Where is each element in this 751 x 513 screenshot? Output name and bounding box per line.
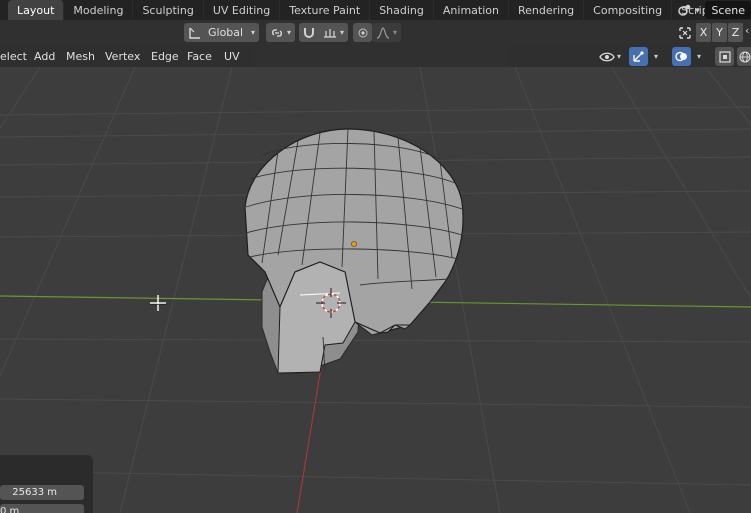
visibility-dropdown[interactable]: ▾: [596, 47, 624, 66]
snap-toggle[interactable]: [299, 23, 319, 42]
xray-toggle[interactable]: [715, 47, 734, 66]
operator-value-field-2[interactable]: 0 m: [0, 504, 84, 513]
scene-selector: ▾ Scene: [676, 0, 751, 20]
mirror-options-icon[interactable]: [676, 24, 694, 41]
menu-select[interactable]: elect: [0, 48, 27, 64]
eye-icon: [599, 52, 615, 61]
chevron-down-icon: ▾: [392, 28, 397, 37]
overlays-icon: [675, 51, 687, 62]
tab-texture-paint[interactable]: Texture Paint: [280, 0, 371, 20]
operator-redo-panel: 25633 m 0 m: [0, 455, 93, 513]
chevron-down-icon: ▾: [339, 28, 344, 37]
gizmo-dropdown[interactable]: ▾: [649, 47, 663, 66]
orientation-label: Global: [208, 26, 244, 39]
magnet-icon: [304, 28, 314, 38]
workspace-tab-bar: Layout Modeling Sculpting UV Editing Tex…: [0, 0, 751, 20]
tab-modeling[interactable]: Modeling: [64, 0, 134, 20]
proportional-edit-icon: [358, 28, 367, 37]
proportional-falloff-dropdown[interactable]: ▾: [372, 23, 401, 42]
scene-name-field[interactable]: Scene: [705, 1, 751, 19]
menu-face[interactable]: Face: [187, 48, 212, 64]
mirror-z-toggle[interactable]: Z: [728, 23, 743, 42]
tab-animation[interactable]: Animation: [434, 0, 509, 20]
snap-increment-icon: [323, 28, 336, 38]
overlays-dropdown[interactable]: ▾: [692, 47, 706, 66]
tab-uv-editing[interactable]: UV Editing: [204, 0, 281, 20]
xray-icon: [718, 50, 731, 63]
shading-wireframe-toggle[interactable]: [737, 47, 751, 66]
wireframe-sphere-icon: [739, 50, 751, 63]
pivot-point-dropdown[interactable]: ▾: [266, 23, 295, 42]
tab-layout[interactable]: Layout: [8, 0, 65, 20]
overlays-toggle[interactable]: [672, 47, 691, 66]
operator-value-field-1[interactable]: 25633 m: [0, 485, 84, 500]
chevron-down-icon: ▾: [653, 52, 658, 61]
link-icon: [272, 28, 282, 37]
menu-uv[interactable]: UV: [224, 48, 240, 64]
overflow-chevron-icon[interactable]: ‹: [745, 24, 749, 37]
gizmo-icon: [633, 51, 644, 62]
tab-compositing[interactable]: Compositing: [584, 0, 673, 20]
viewport-menu-bar: elect Add Mesh Vertex Edge Face UV ▾ ▾ ▾: [0, 45, 751, 67]
chevron-down-icon: ▾: [616, 52, 621, 61]
mirror-y-toggle[interactable]: Y: [712, 23, 727, 42]
chevron-down-icon: ▾: [250, 28, 255, 37]
viewport-header: Global ▾ ▾ ▾ ▾ X Y Z ‹: [0, 20, 751, 45]
chevron-down-icon: ▾: [286, 28, 291, 37]
menu-mesh[interactable]: Mesh: [66, 48, 95, 64]
menu-add[interactable]: Add: [34, 48, 55, 64]
mesh-head[interactable]: [244, 128, 464, 374]
tab-sculpting[interactable]: Sculpting: [133, 0, 204, 20]
object-origin[interactable]: [351, 241, 357, 247]
orientation-icon: [189, 27, 200, 39]
tab-rendering[interactable]: Rendering: [509, 0, 585, 20]
transform-orientation-dropdown[interactable]: Global ▾: [184, 23, 259, 42]
mirror-x-toggle[interactable]: X: [696, 23, 711, 42]
scene-icon[interactable]: ▾: [676, 3, 699, 17]
chevron-down-icon: ▾: [696, 52, 701, 61]
menu-vertex[interactable]: Vertex: [105, 48, 140, 64]
crosshair-cursor-icon: [150, 295, 166, 311]
tab-shading[interactable]: Shading: [370, 0, 434, 20]
menu-edge[interactable]: Edge: [151, 48, 179, 64]
proportional-editing-toggle[interactable]: [353, 23, 372, 42]
snap-target-dropdown[interactable]: ▾: [319, 23, 348, 42]
falloff-curve-icon: [376, 26, 390, 39]
3d-viewport[interactable]: [0, 67, 751, 513]
gizmo-toggle[interactable]: [629, 47, 648, 66]
viewport-canvas: [0, 67, 751, 513]
